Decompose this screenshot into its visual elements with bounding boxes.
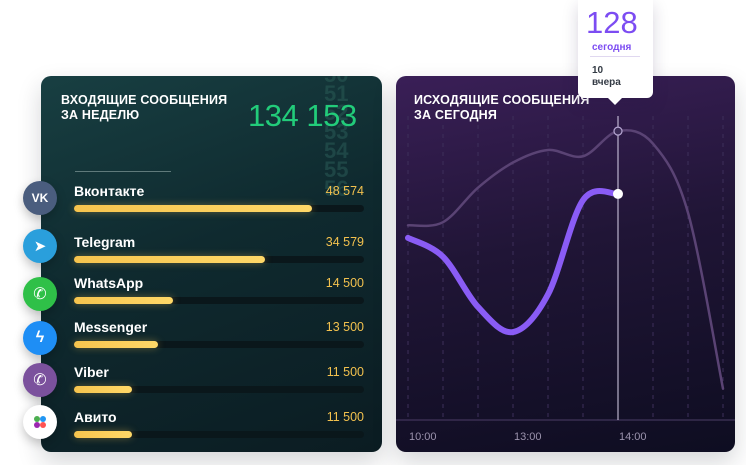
channel-label: WhatsApp xyxy=(74,275,144,291)
channel-label: Авито xyxy=(74,409,117,425)
channel-bar-track xyxy=(74,205,364,212)
outgoing-line-chart: 10:00 13:00 14:00 xyxy=(396,116,735,443)
x-tick-label: 13:00 xyxy=(514,431,542,443)
channel-value: 11 500 xyxy=(326,410,364,424)
channel-row-viber: Viber 11 500 xyxy=(74,364,364,400)
incoming-total: 134 153 xyxy=(248,98,357,133)
channel-bar-track xyxy=(74,386,364,393)
vk-icon[interactable]: VK xyxy=(23,181,57,215)
series-yesterday-line xyxy=(406,129,725,390)
whatsapp-icon[interactable]: ✆ xyxy=(23,277,57,311)
tooltip-today-label: сегодня xyxy=(592,42,632,53)
channel-label: Messenger xyxy=(74,319,148,335)
highlight-point-today xyxy=(613,188,623,199)
telegram-icon[interactable]: ➤ xyxy=(23,229,57,263)
channel-row-avito: Авито 11 500 xyxy=(74,409,364,445)
channel-row-whatsapp: WhatsApp 14 500 xyxy=(74,275,364,311)
channel-bar-track xyxy=(74,431,364,438)
channel-bar-track xyxy=(74,341,364,348)
incoming-title: ВХОДЯЩИЕ СООБЩЕНИЯ ЗА НЕДЕЛЮ xyxy=(61,93,228,122)
messenger-glyph: ϟ xyxy=(35,329,45,346)
channel-row-telegram: Telegram 34 579 xyxy=(74,234,364,270)
channel-bar-fill xyxy=(74,386,132,393)
channel-row-messenger: Messenger 13 500 xyxy=(74,319,364,355)
avito-dots-icon xyxy=(34,416,46,428)
counter-ghost-digits: 49 50 51 52 53 54 55 56 xyxy=(324,76,364,200)
viber-glyph: ✆ xyxy=(33,372,47,389)
x-tick-label: 10:00 xyxy=(409,431,437,443)
channel-label: Вконтакте xyxy=(74,183,145,199)
viber-icon[interactable]: ✆ xyxy=(23,363,57,397)
outgoing-title: ИСХОДЯЩИЕ СООБЩЕНИЯ ЗА СЕГОДНЯ xyxy=(414,93,590,122)
x-tick-label: 14:00 xyxy=(619,431,647,443)
telegram-glyph: ➤ xyxy=(33,238,47,255)
channel-bar-fill xyxy=(74,205,312,212)
channel-bar-fill xyxy=(74,341,159,348)
tooltip-yesterday-value: 10 xyxy=(592,65,604,76)
outgoing-messages-card: 10:00 13:00 14:00 ИСХОДЯЩИЕ СООБЩЕНИЯ ЗА С… xyxy=(396,76,735,452)
tooltip-yesterday-label: вчера xyxy=(592,77,621,88)
chart-tooltip: 128 сегодня 10 вчера xyxy=(578,0,653,105)
whatsapp-glyph: ✆ xyxy=(33,286,47,303)
channel-value: 48 574 xyxy=(325,184,364,198)
channel-value: 34 579 xyxy=(325,235,364,249)
channel-value: 13 500 xyxy=(325,320,364,334)
divider xyxy=(75,171,171,172)
channel-bar-fill xyxy=(74,431,132,438)
tooltip-divider xyxy=(590,56,640,57)
messenger-icon[interactable]: ϟ xyxy=(23,321,57,355)
channel-value: 14 500 xyxy=(325,276,364,290)
vk-glyph: VK xyxy=(31,191,49,205)
channel-bar-fill xyxy=(74,297,173,304)
channel-value: 11 500 xyxy=(326,365,364,379)
highlight-point-yesterday xyxy=(613,126,623,136)
channel-bar-track xyxy=(74,297,364,304)
channel-label: Viber xyxy=(74,364,109,380)
avito-icon[interactable] xyxy=(23,405,57,439)
tooltip-today-value: 128 xyxy=(586,5,638,40)
channel-label: Telegram xyxy=(74,234,136,250)
channel-bar-fill xyxy=(74,256,266,263)
channel-bar-track xyxy=(74,256,364,263)
channel-row-vk: Вконтакте 48 574 xyxy=(74,183,364,219)
incoming-messages-card: ВХОДЯЩИЕ СООБЩЕНИЯ ЗА НЕДЕЛЮ 49 50 51 52… xyxy=(41,76,382,452)
